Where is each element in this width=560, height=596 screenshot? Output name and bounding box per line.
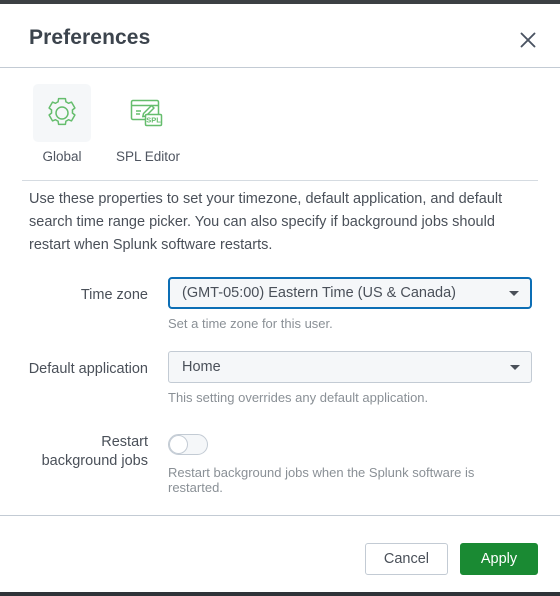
default-application-label: Default application [28,361,148,377]
restart-background-jobs-toggle[interactable] [168,434,208,455]
spl-editor-icon: SPL [119,84,177,142]
close-icon[interactable] [516,28,540,52]
chevron-down-icon [509,291,519,296]
time-zone-help: Set a time zone for this user. [168,316,333,331]
restart-background-jobs-label: Restart background jobs [0,429,148,495]
restart-background-jobs-row: Restart background jobs Restart backgrou… [0,429,560,495]
description-text: Use these properties to set your timezon… [29,191,503,253]
time-zone-select[interactable]: (GMT-05:00) Eastern Time (US & Canada) [168,277,532,309]
time-zone-value: (GMT-05:00) Eastern Time (US & Canada) [182,285,456,301]
time-zone-label: Time zone [80,287,148,303]
tab-global[interactable]: Global [26,84,98,168]
apply-button[interactable]: Apply [460,543,538,575]
svg-text:SPL: SPL [146,116,161,125]
default-application-help: This setting overrides any default appli… [168,390,429,405]
toggle-knob [169,435,188,454]
default-application-select[interactable]: Home [168,351,532,383]
tab-global-label: Global [42,149,82,164]
modal-footer: Cancel Apply [0,515,560,592]
tabs-divider [22,180,538,181]
preferences-form: Time zone (GMT-05:00) Eastern Time (US &… [0,277,560,495]
chevron-down-icon [510,365,520,370]
restart-label-line1: Restart [101,434,148,450]
gear-icon [33,84,91,142]
preferences-modal: Preferences Global SPL SPL Editor Use th… [0,4,560,592]
default-application-value: Home [182,359,221,375]
default-application-row: Default application Home This setting ov… [0,351,560,407]
page-bottom-bar [0,592,560,596]
preferences-tabs: Global SPL SPL Editor [0,68,560,181]
restart-label-line2: background jobs [41,453,148,469]
modal-header: Preferences [0,4,560,68]
page-title: Preferences [29,26,151,49]
restart-background-jobs-help: Restart background jobs when the Splunk … [168,465,475,495]
tab-spl-editor-label: SPL Editor [115,149,181,164]
tab-spl-editor[interactable]: SPL SPL Editor [112,84,184,168]
cancel-button[interactable]: Cancel [364,543,448,575]
time-zone-row: Time zone (GMT-05:00) Eastern Time (US &… [0,277,560,333]
